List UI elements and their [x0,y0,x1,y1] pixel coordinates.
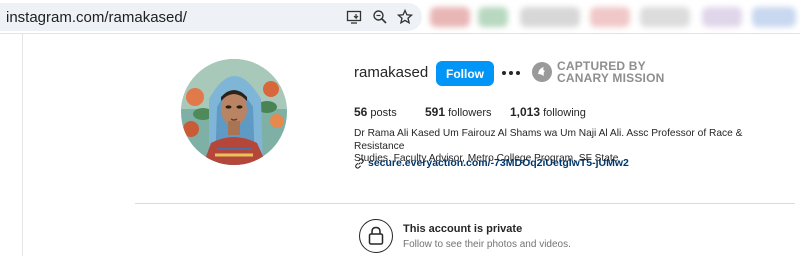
private-account-subtitle: Follow to see their photos and videos. [403,239,571,250]
canary-mission-logo-icon [532,62,552,82]
posts-count: 56 [354,105,368,119]
posts-label: posts [370,107,397,119]
url-text[interactable]: instagram.com/ramakased/ [6,9,187,26]
private-lock-badge [359,219,393,253]
address-bar[interactable]: instagram.com/ramakased/ [0,3,422,31]
section-divider [135,203,795,204]
bookmark-star-icon[interactable] [397,9,413,25]
followers-label: followers [448,107,492,119]
captured-by-watermark: CAPTURED BY CANARY MISSION [557,60,664,84]
link-icon [355,158,364,169]
followers-stat[interactable]: 591 followers [425,105,492,119]
bio-line-1: Dr Rama Ali Kased Um Fairouz Al Shams wa… [354,128,743,152]
following-count: 1,013 [510,105,541,119]
profile-username: ramakased [354,64,429,81]
bio-link-text[interactable]: secure.everyaction.com/-73MDOq2iUetglwT5… [368,157,629,169]
left-nav-divider [22,34,23,256]
profile-avatar[interactable] [181,59,287,165]
following-stat[interactable]: 1,013 following [510,105,586,119]
zoom-icon[interactable] [372,9,388,25]
blurred-extensions-area [430,4,800,30]
posts-stat: 56 posts [354,105,397,119]
browser-toolbar: instagram.com/ramakased/ [0,0,800,34]
lock-icon [368,226,384,245]
private-account-title: This account is private [403,223,523,235]
follow-button[interactable]: Follow [436,61,494,86]
followers-count: 591 [425,105,446,119]
more-options-icon[interactable] [501,62,521,84]
watermark-line-2: CANARY MISSION [557,71,665,85]
avatar-image [181,59,287,165]
install-app-icon[interactable] [346,9,362,25]
following-label: following [543,107,586,119]
